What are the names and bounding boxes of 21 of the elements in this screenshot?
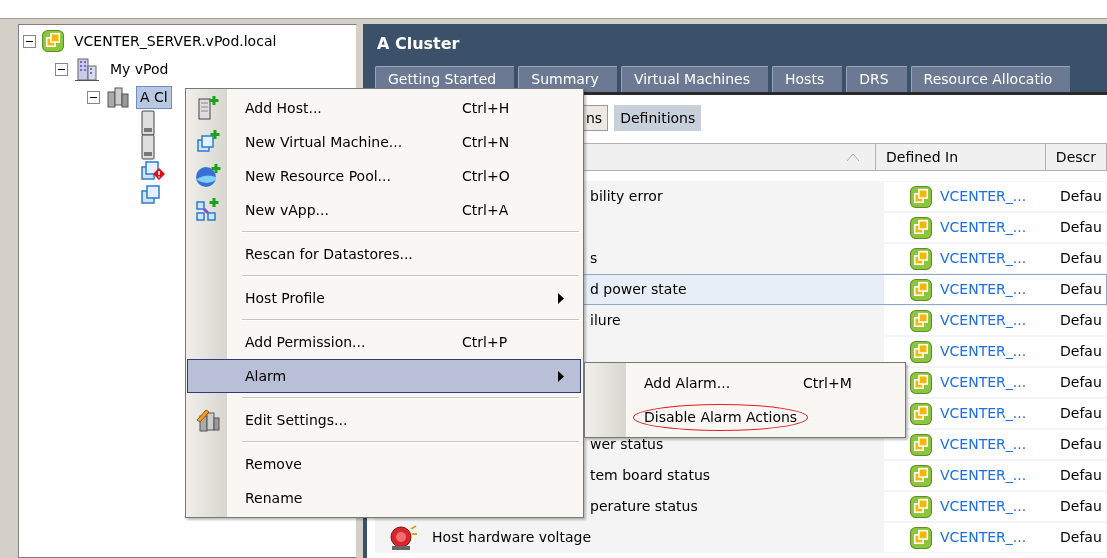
table-cell: Defau [1056,368,1106,397]
table-cell: Defau [1056,306,1106,335]
table-cell: Defau [1056,461,1106,490]
table-cell: Defau [1056,523,1106,552]
table-cell: Defau [1056,213,1106,242]
table-cell: Defau [1056,399,1106,428]
table-cell-text: tem board status [590,466,711,485]
table-cell-text: Host hardware voltage [432,528,592,547]
table-cell: Defau [1056,492,1106,521]
table-cell-text: ilure [590,311,621,330]
table-cell-text: s [590,249,598,268]
table-cell: Defau [1056,337,1106,366]
table-cell-text: d power state [590,280,687,299]
table-cell: Defau [1056,182,1106,211]
table-cell-text: bility error [590,187,663,206]
table-cell: Defau [1056,244,1106,273]
table-cell: Defau [1056,430,1106,459]
table-cell: Defau [1056,275,1106,304]
table-cell-text: perature status [590,497,698,516]
panel-title: A Cluster [376,33,461,55]
table-cell-text: wer status [590,435,664,454]
